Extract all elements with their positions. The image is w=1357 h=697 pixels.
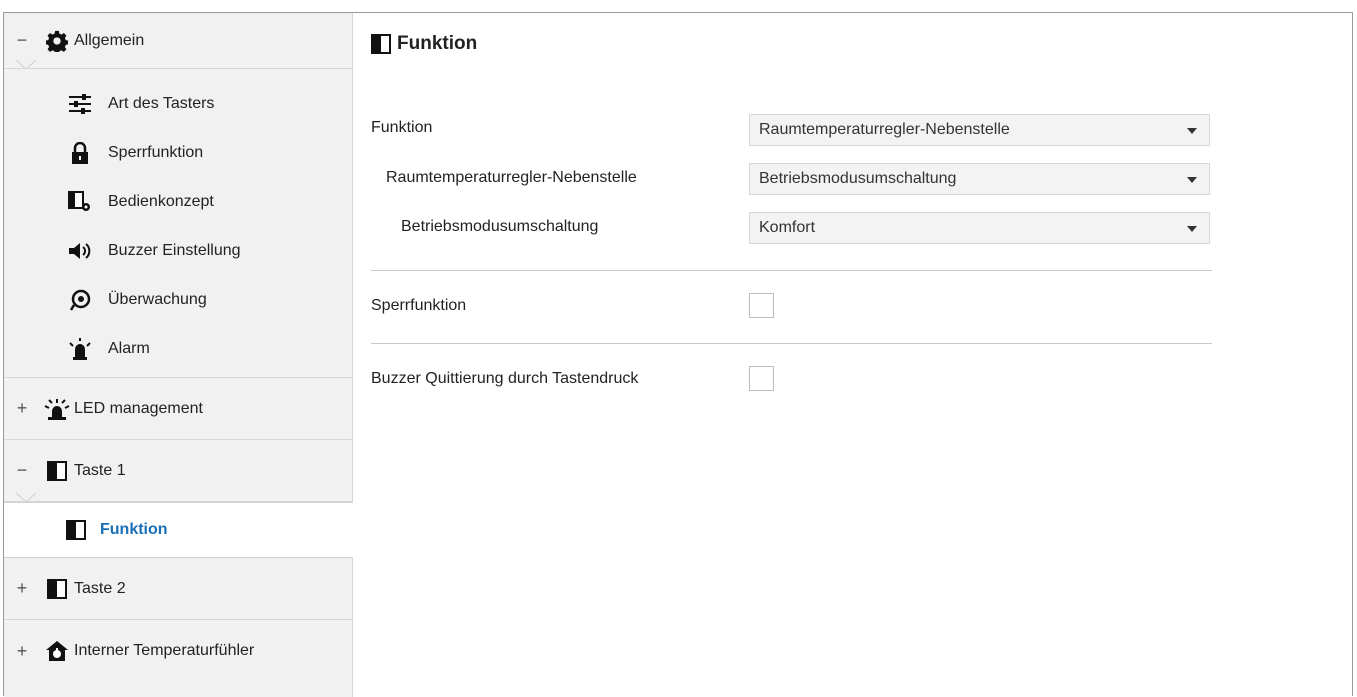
- dropdown-arrow-icon: [1187, 128, 1197, 134]
- page-title: Funktion: [371, 33, 477, 55]
- sidebar-item-sperrfunktion[interactable]: Sperrfunktion: [4, 128, 352, 177]
- sidebar-group-label: Interner Temperaturfühler: [74, 642, 255, 659]
- house-thermo-icon: [40, 639, 74, 663]
- sidebar-item-label: Bedienkonzept: [108, 192, 214, 210]
- sidebar-group-label: Allgemein: [74, 31, 145, 49]
- page-title-text: Funktion: [397, 33, 478, 54]
- field-label: Sperrfunktion: [371, 297, 467, 314]
- sidebar-item-ueberwachung[interactable]: Überwachung: [4, 275, 352, 324]
- collapse-toggle[interactable]: −: [4, 460, 40, 481]
- row-nebenstelle: Raumtemperaturregler-Nebenstelle: [386, 169, 637, 187]
- notch-indicator: [16, 493, 36, 502]
- window-frame: − Allgemein Art des Tasters Sperrfunktio…: [3, 12, 1353, 697]
- field-label: Betriebsmodusumschaltung: [401, 218, 599, 235]
- betriebsmodus-select[interactable]: Komfort: [749, 212, 1210, 244]
- select-value: Raumtemperaturregler-Nebenstelle: [759, 121, 1010, 138]
- sidebar-item-label: Alarm: [108, 339, 150, 357]
- buzzer-quittierung-checkbox[interactable]: [749, 366, 774, 391]
- sidebar-group-led-management[interactable]: + LED management: [4, 378, 352, 440]
- sidebar-item-label: Überwachung: [108, 290, 207, 308]
- sidebar-item-label: Buzzer Einstellung: [108, 241, 241, 259]
- field-label: Funktion: [371, 119, 433, 136]
- button-panel-icon: [66, 520, 86, 540]
- eye-icon: [66, 288, 94, 312]
- expand-toggle[interactable]: +: [4, 641, 40, 662]
- row-funktion: Funktion: [371, 119, 432, 137]
- funktion-select[interactable]: Raumtemperaturregler-Nebenstelle: [749, 114, 1210, 146]
- sidebar-item-art-des-tasters[interactable]: Art des Tasters: [4, 79, 352, 128]
- lock-icon: [66, 141, 94, 165]
- main-panel: Funktion Funktion Raumtemperaturregler-N…: [353, 13, 1352, 696]
- select-value: Betriebsmodusumschaltung: [759, 170, 957, 187]
- led-icon: [40, 397, 74, 421]
- select-value: Komfort: [759, 219, 816, 236]
- panel-gear-icon: [66, 190, 94, 214]
- divider: [371, 270, 1212, 271]
- expand-toggle[interactable]: +: [4, 398, 40, 419]
- sidebar-item-label: Art des Tasters: [108, 94, 215, 112]
- alarm-icon: [66, 337, 94, 361]
- sidebar-item-buzzer-einstellung[interactable]: Buzzer Einstellung: [4, 226, 352, 275]
- nebenstelle-select[interactable]: Betriebsmodusumschaltung: [749, 163, 1210, 195]
- sidebar-group-label: Taste 1: [74, 461, 126, 479]
- sidebar-item-label: Funktion: [100, 521, 168, 538]
- sidebar-group-taste-1[interactable]: − Taste 1: [4, 440, 352, 502]
- field-label: Raumtemperaturregler-Nebenstelle: [386, 169, 637, 186]
- notch-indicator: [16, 60, 36, 69]
- sperrfunktion-checkbox[interactable]: [749, 293, 774, 318]
- sidebar-group-taste-2[interactable]: + Taste 2: [4, 558, 352, 620]
- field-label: Buzzer Quittierung durch Tastendruck: [371, 370, 639, 387]
- sidebar-item-label: Sperrfunktion: [108, 143, 204, 161]
- button-panel-icon: [40, 577, 74, 601]
- row-betriebsmodus: Betriebsmodusumschaltung: [401, 218, 598, 236]
- sidebar-group-allgemein[interactable]: − Allgemein: [4, 13, 352, 69]
- button-panel-icon: [40, 459, 74, 483]
- collapse-toggle[interactable]: −: [4, 30, 40, 51]
- sidebar-group-label: LED management: [74, 399, 203, 417]
- button-panel-icon: [371, 34, 391, 54]
- gear-icon: [40, 29, 74, 53]
- sidebar-item-alarm[interactable]: Alarm: [4, 324, 352, 373]
- sliders-icon: [66, 92, 94, 116]
- sidebar-item-funktion-active[interactable]: Funktion: [4, 502, 353, 558]
- row-sperrfunktion: Sperrfunktion: [371, 297, 466, 315]
- dropdown-arrow-icon: [1187, 226, 1197, 232]
- expand-toggle[interactable]: +: [4, 578, 40, 599]
- sidebar-group-interner-temperaturfuehler[interactable]: + Interner Temperaturfühler: [4, 620, 352, 682]
- row-buzzer-quittierung: Buzzer Quittierung durch Tastendruck: [371, 370, 638, 388]
- sidebar-item-bedienkonzept[interactable]: Bedienkonzept: [4, 177, 352, 226]
- allgemein-subitems: Art des Tasters Sperrfunktion Bedienkonz…: [4, 69, 352, 378]
- dropdown-arrow-icon: [1187, 177, 1197, 183]
- sidebar-group-label: Taste 2: [74, 579, 126, 597]
- speaker-icon: [66, 239, 94, 263]
- sidebar: − Allgemein Art des Tasters Sperrfunktio…: [4, 13, 353, 697]
- divider: [371, 343, 1212, 344]
